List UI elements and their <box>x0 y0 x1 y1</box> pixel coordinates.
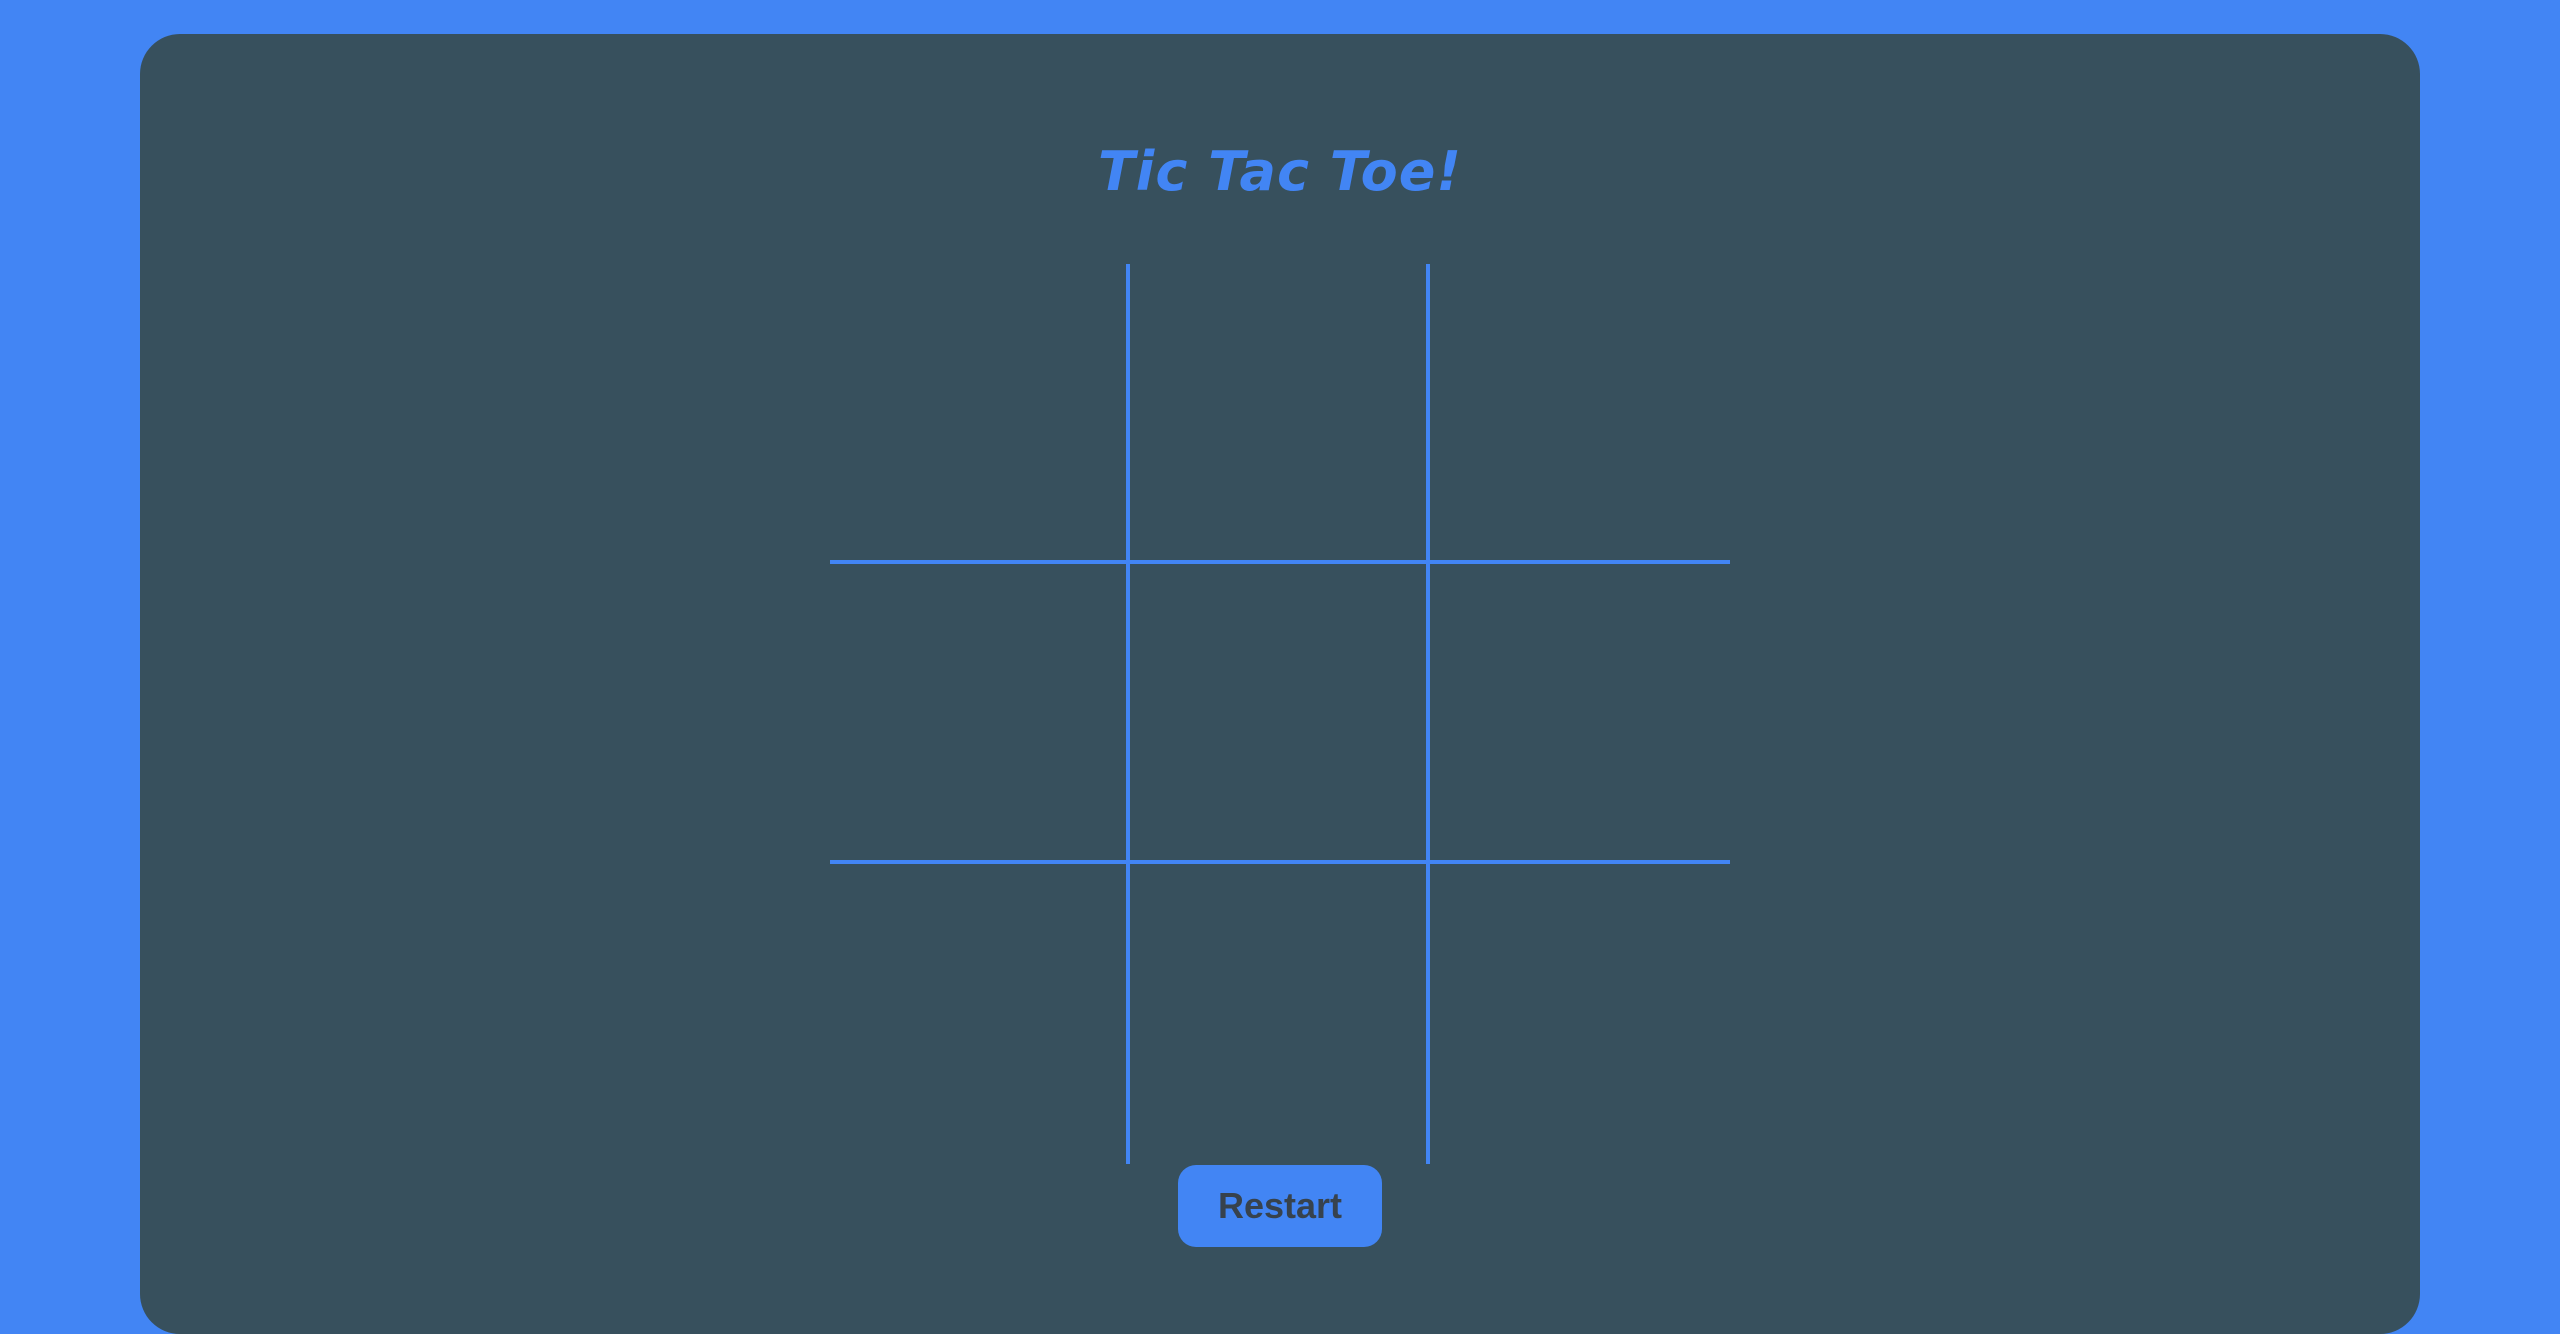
board-cell-6[interactable] <box>1430 564 1730 864</box>
game-board <box>830 264 1730 1164</box>
game-title: Tic Tac Toe! <box>1097 140 1463 203</box>
board-cell-5[interactable] <box>1130 564 1430 864</box>
board-cell-3[interactable] <box>1430 264 1730 564</box>
board-cell-1[interactable] <box>830 264 1130 564</box>
restart-button[interactable]: Restart <box>1178 1165 1382 1247</box>
board-cell-9[interactable] <box>1430 864 1730 1164</box>
board-cell-7[interactable] <box>830 864 1130 1164</box>
board-cell-4[interactable] <box>830 564 1130 864</box>
board-cell-2[interactable] <box>1130 264 1430 564</box>
board-cell-8[interactable] <box>1130 864 1430 1164</box>
